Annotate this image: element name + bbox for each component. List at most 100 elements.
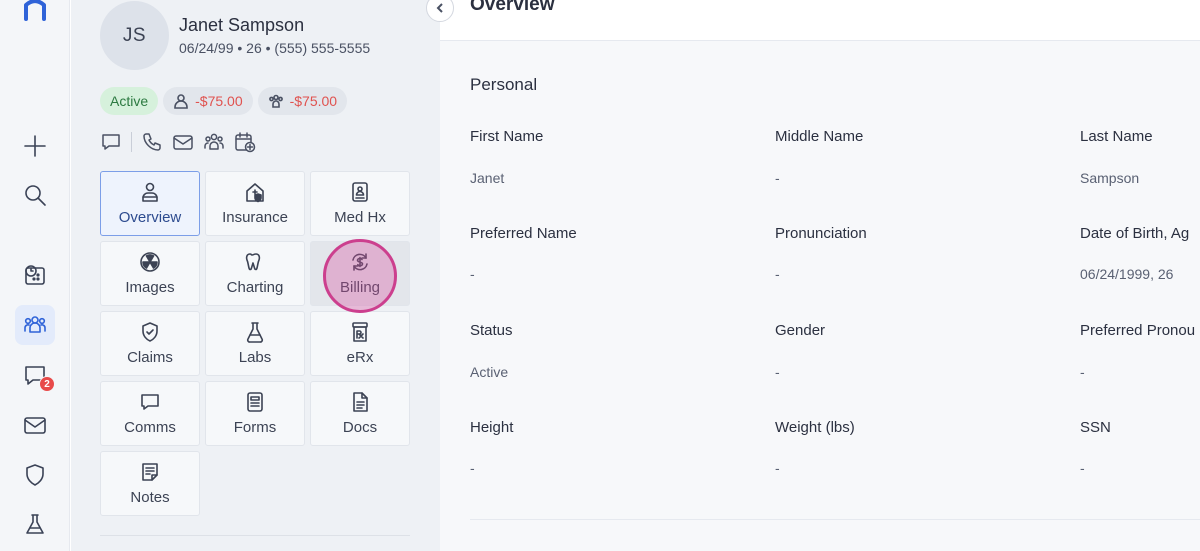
field-label: SSN xyxy=(1080,419,1111,436)
field-label: Height xyxy=(470,419,514,436)
tab-billing[interactable]: Billing xyxy=(310,241,410,306)
tab-forms[interactable]: Forms xyxy=(205,381,305,446)
clipboard-person-icon xyxy=(352,182,368,202)
quick-actions xyxy=(100,131,256,153)
tooth-icon xyxy=(245,253,261,271)
field-label: First Name xyxy=(470,128,544,145)
tab-label: Overview xyxy=(118,209,182,226)
divider xyxy=(131,132,132,152)
tab-label: Forms xyxy=(233,419,277,436)
field-label: Preferred Pronou xyxy=(1080,322,1196,339)
field-label: Gender xyxy=(775,322,826,339)
phone-icon[interactable] xyxy=(141,131,163,153)
family-group-icon[interactable] xyxy=(203,131,225,153)
chat-badge: 2 xyxy=(39,376,55,392)
note-icon xyxy=(142,463,158,481)
divider xyxy=(470,519,1200,520)
field-label: Preferred Name xyxy=(470,225,577,242)
field-value: - xyxy=(775,170,780,186)
field-value: Janet xyxy=(470,170,505,186)
tab-insurance[interactable]: Insurance xyxy=(205,171,305,236)
field-value: - xyxy=(775,460,780,476)
chevron-left-icon xyxy=(436,3,443,13)
section-title: Personal xyxy=(470,75,538,94)
tab-label: Billing xyxy=(339,279,381,296)
tab-label: Charting xyxy=(226,279,284,296)
status-badge: Active xyxy=(100,87,159,115)
logo-icon[interactable] xyxy=(15,0,55,28)
divider xyxy=(100,535,410,536)
patient-balance-chip[interactable]: -$75.00 xyxy=(163,87,253,115)
tab-label: Docs xyxy=(342,419,378,436)
field-label: Pronunciation xyxy=(775,225,867,242)
mail-icon[interactable] xyxy=(15,405,55,445)
field-value: - xyxy=(470,460,475,476)
person-icon xyxy=(174,94,188,109)
shield-check-icon xyxy=(142,322,158,342)
patient-name: Janet Sampson xyxy=(179,15,305,35)
house-shield-icon xyxy=(246,183,264,203)
message-icon[interactable] xyxy=(100,131,122,153)
search-icon[interactable] xyxy=(15,175,55,215)
shield-icon[interactable] xyxy=(15,455,55,495)
family-balance: -$75.00 xyxy=(289,93,338,109)
tab-label: eRx xyxy=(346,349,374,366)
field-label: Middle Name xyxy=(775,128,864,145)
field-value: - xyxy=(775,364,780,380)
main-content: Overview Personal First Name Janet Middl… xyxy=(426,0,1200,551)
tab-docs[interactable]: Docs xyxy=(310,381,410,446)
flask-icon xyxy=(246,322,264,343)
tab-label: Comms xyxy=(124,419,176,436)
rx-bottle-icon xyxy=(352,322,368,342)
field-label: Weight (lbs) xyxy=(775,419,855,436)
patient-nav-grid: Overview Insurance Med Hx Images Chartin… xyxy=(100,171,410,516)
page-title: Overview xyxy=(470,0,555,15)
tab-med-hx[interactable]: Med Hx xyxy=(310,171,410,236)
dollar-cycle-icon xyxy=(352,253,368,271)
patient-chips: Active -$75.00 -$75.00 xyxy=(100,87,348,115)
tab-labs[interactable]: Labs xyxy=(205,311,305,376)
field-value: - xyxy=(1080,460,1085,476)
tab-label: Labs xyxy=(238,349,272,366)
family-icon xyxy=(268,94,283,108)
add-icon[interactable] xyxy=(15,126,55,166)
app-rail: 2 xyxy=(0,0,70,551)
radiation-icon xyxy=(140,252,160,272)
tab-erx[interactable]: eRx xyxy=(310,311,410,376)
tab-label: Claims xyxy=(127,349,173,366)
email-icon[interactable] xyxy=(172,131,194,153)
field-value: - xyxy=(470,266,475,282)
patient-panel: JS Janet Sampson 06/24/99 • 26 • (555) 5… xyxy=(71,0,440,551)
family-balance-chip[interactable]: -$75.00 xyxy=(257,87,348,115)
field-value: - xyxy=(1080,364,1085,380)
tab-images[interactable]: Images xyxy=(100,241,200,306)
field-label: Status xyxy=(470,322,513,339)
field-value: Active xyxy=(470,364,509,380)
field-value: - xyxy=(775,266,780,282)
personal-card xyxy=(440,41,1200,551)
patient-balance: -$75.00 xyxy=(195,93,243,109)
tab-overview[interactable]: Overview xyxy=(100,171,200,236)
lab-flask-icon[interactable] xyxy=(15,505,55,545)
form-icon xyxy=(247,392,263,412)
field-value: 06/24/1999, 26 xyxy=(1080,266,1174,282)
calendar-add-icon[interactable] xyxy=(234,131,256,153)
chat-icon[interactable]: 2 xyxy=(15,355,55,395)
message-icon xyxy=(141,394,159,410)
field-label: Last Name xyxy=(1080,128,1153,145)
avatar[interactable]: JS xyxy=(100,1,169,70)
tab-notes[interactable]: Notes xyxy=(100,451,200,516)
tab-charting[interactable]: Charting xyxy=(205,241,305,306)
patients-icon[interactable] xyxy=(15,305,55,345)
collapse-panel-button[interactable] xyxy=(426,0,454,22)
tab-comms[interactable]: Comms xyxy=(100,381,200,446)
tab-label: Insurance xyxy=(222,209,288,226)
field-label: Date of Birth, Ag xyxy=(1080,225,1190,242)
field-value: Sampson xyxy=(1080,170,1140,186)
tab-claims[interactable]: Claims xyxy=(100,311,200,376)
document-icon xyxy=(353,392,368,412)
tab-label: Med Hx xyxy=(334,209,386,226)
tab-label: Images xyxy=(125,279,175,296)
tab-label: Notes xyxy=(130,489,170,506)
schedule-icon[interactable] xyxy=(15,255,55,295)
